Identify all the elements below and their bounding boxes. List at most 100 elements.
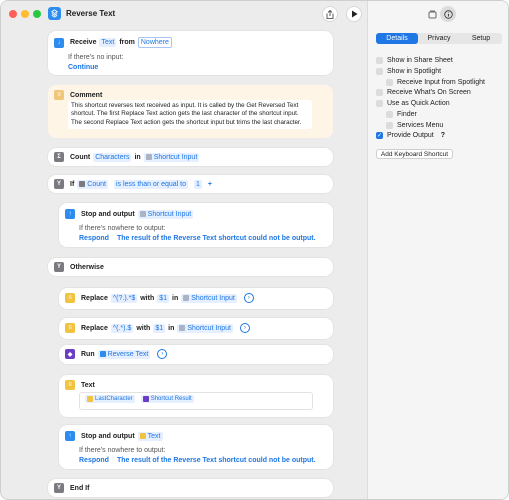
respond-token[interactable]: Respond <box>79 235 109 242</box>
respond-message[interactable]: The result of the Reverse Text shortcut … <box>117 235 316 242</box>
last-character-token[interactable]: LastCharacter <box>85 395 135 403</box>
comment-icon: ≡ <box>54 90 64 100</box>
token-label: Shortcut Result <box>150 396 192 402</box>
receive-action[interactable]: ↓ Receive Text from Nowhere If there's n… <box>48 31 333 75</box>
respond-message[interactable]: The result of the Reverse Text shortcut … <box>117 457 316 464</box>
add-condition-button[interactable]: + <box>208 181 212 188</box>
checkbox[interactable] <box>376 100 383 107</box>
token-label: Shortcut Input <box>187 324 231 332</box>
token-label: Shortcut Input <box>191 294 235 302</box>
count-what-token[interactable]: Characters <box>93 152 132 162</box>
end-if-action[interactable]: Y End If <box>48 479 333 497</box>
otherwise-action[interactable]: Y Otherwise <box>48 258 333 276</box>
run-shortcut-action[interactable]: ◆ Run Reverse Text › <box>59 345 333 364</box>
run-button[interactable] <box>346 6 362 22</box>
count-variable-token[interactable]: Count <box>77 179 108 189</box>
stop-output-action[interactable]: ↑ Stop and output Text If there's nowher… <box>59 425 333 469</box>
library-button[interactable] <box>424 6 440 22</box>
tab-setup[interactable]: Setup <box>460 33 502 44</box>
expand-chevron-icon[interactable]: › <box>239 323 250 333</box>
option-spotlight[interactable]: Show in Spotlight <box>376 68 441 75</box>
in-label: in <box>168 324 175 332</box>
text-action[interactable]: ≡ Text LastCharacter Shortcut Result <box>59 375 333 417</box>
option-provide-output[interactable]: ✓ Provide Output? <box>376 132 445 139</box>
variable-icon <box>87 396 93 402</box>
checkbox[interactable] <box>376 89 383 96</box>
checkbox-checked-icon[interactable]: ✓ <box>376 132 383 139</box>
nowhere-label: If there's nowhere to output: <box>79 447 166 454</box>
minimize-window-button[interactable] <box>21 10 29 18</box>
count-action[interactable]: Σ Count Characters in Shortcut Input <box>48 148 333 166</box>
option-receive-spotlight[interactable]: Receive Input from Spotlight <box>386 79 485 86</box>
shortcut-input-token[interactable]: Shortcut Input <box>177 323 233 333</box>
replacement-token[interactable]: $1 <box>153 323 166 333</box>
checkbox[interactable] <box>376 57 383 64</box>
stop-icon: ↑ <box>65 209 75 219</box>
info-button[interactable] <box>440 6 456 22</box>
checkbox[interactable] <box>386 122 393 129</box>
checkbox[interactable] <box>376 68 383 75</box>
input-source-token[interactable]: Nowhere <box>137 37 172 48</box>
text-variable-token[interactable]: Text <box>137 431 163 441</box>
shortcut-result-token[interactable]: Shortcut Result <box>140 395 194 403</box>
shortcut-input-token[interactable]: Shortcut Input <box>137 209 194 219</box>
variable-icon <box>145 154 152 160</box>
value-token[interactable]: 1 <box>194 179 202 189</box>
expand-chevron-icon[interactable]: › <box>157 349 168 359</box>
share-icon <box>326 9 334 19</box>
option-finder[interactable]: Finder <box>386 111 417 118</box>
with-label: with <box>136 324 151 332</box>
stop-output-action[interactable]: ↑ Stop and output Shortcut Input If ther… <box>59 203 333 247</box>
no-input-action[interactable]: Continue <box>68 64 98 71</box>
replace-action[interactable]: ≡ Replace ^(?.).*$ with $1 in Shortcut I… <box>59 288 333 309</box>
shortcut-icon <box>99 351 106 357</box>
option-share-sheet[interactable]: Show in Share Sheet <box>376 57 453 64</box>
replacement-token[interactable]: $1 <box>157 293 170 303</box>
shortcut-input-token[interactable]: Shortcut Input <box>181 293 237 303</box>
condition-token[interactable]: is less than or equal to <box>113 179 189 189</box>
expand-chevron-icon[interactable]: › <box>243 293 254 303</box>
replace-action[interactable]: ≡ Replace ^(.*).$ with $1 in Shortcut In… <box>59 318 333 339</box>
in-label: in <box>134 153 141 161</box>
window-controls <box>9 10 41 18</box>
input-type-token[interactable]: Text <box>99 38 117 47</box>
run-label: Run <box>81 350 95 358</box>
checkbox[interactable] <box>386 79 393 86</box>
text-label: Text <box>81 381 95 389</box>
receive-icon: ↓ <box>54 37 64 48</box>
shortcut-token[interactable]: Reverse Text <box>97 349 151 359</box>
help-icon[interactable]: ? <box>441 132 445 139</box>
from-label: from <box>119 39 135 46</box>
variable-icon <box>139 211 146 217</box>
if-action[interactable]: Y If Count is less than or equal to 1 + <box>48 175 333 193</box>
end-if-label: End If <box>70 484 90 492</box>
add-keyboard-shortcut-button[interactable]: Add Keyboard Shortcut <box>376 149 453 159</box>
option-quick-action[interactable]: Use as Quick Action <box>376 100 450 107</box>
text-icon: ≡ <box>65 323 75 333</box>
option-label: Show in Share Sheet <box>387 57 453 64</box>
replace-label: Replace <box>81 324 108 332</box>
pattern-token[interactable]: ^(?.).*$ <box>110 293 138 303</box>
pattern-token[interactable]: ^(.*).$ <box>110 323 134 333</box>
tab-details[interactable]: Details <box>376 33 418 44</box>
comment-text[interactable]: This shortcut reverses text received as … <box>68 100 312 130</box>
variable-icon <box>179 325 186 331</box>
end-if-icon: Y <box>54 483 64 493</box>
otherwise-label: Otherwise <box>70 263 104 271</box>
shortcut-icon[interactable] <box>48 7 61 20</box>
text-field[interactable]: LastCharacter Shortcut Result <box>79 392 313 410</box>
close-window-button[interactable] <box>9 10 17 18</box>
shortcut-input-token[interactable]: Shortcut Input <box>143 152 200 162</box>
share-button[interactable] <box>322 6 338 22</box>
respond-token[interactable]: Respond <box>79 457 109 464</box>
shortcut-editor[interactable]: ↓ Receive Text from Nowhere If there's n… <box>1 27 367 499</box>
option-whats-on-screen[interactable]: Receive What's On Screen <box>376 89 471 96</box>
option-services-menu[interactable]: Services Menu <box>386 122 443 129</box>
tab-privacy[interactable]: Privacy <box>418 33 460 44</box>
checkbox[interactable] <box>386 111 393 118</box>
otherwise-icon: Y <box>54 262 64 272</box>
title-bar: Reverse Text <box>1 1 367 27</box>
comment-action[interactable]: ≡ Comment This shortcut reverses text re… <box>48 85 333 138</box>
zoom-window-button[interactable] <box>33 10 41 18</box>
if-label: If <box>70 180 75 188</box>
